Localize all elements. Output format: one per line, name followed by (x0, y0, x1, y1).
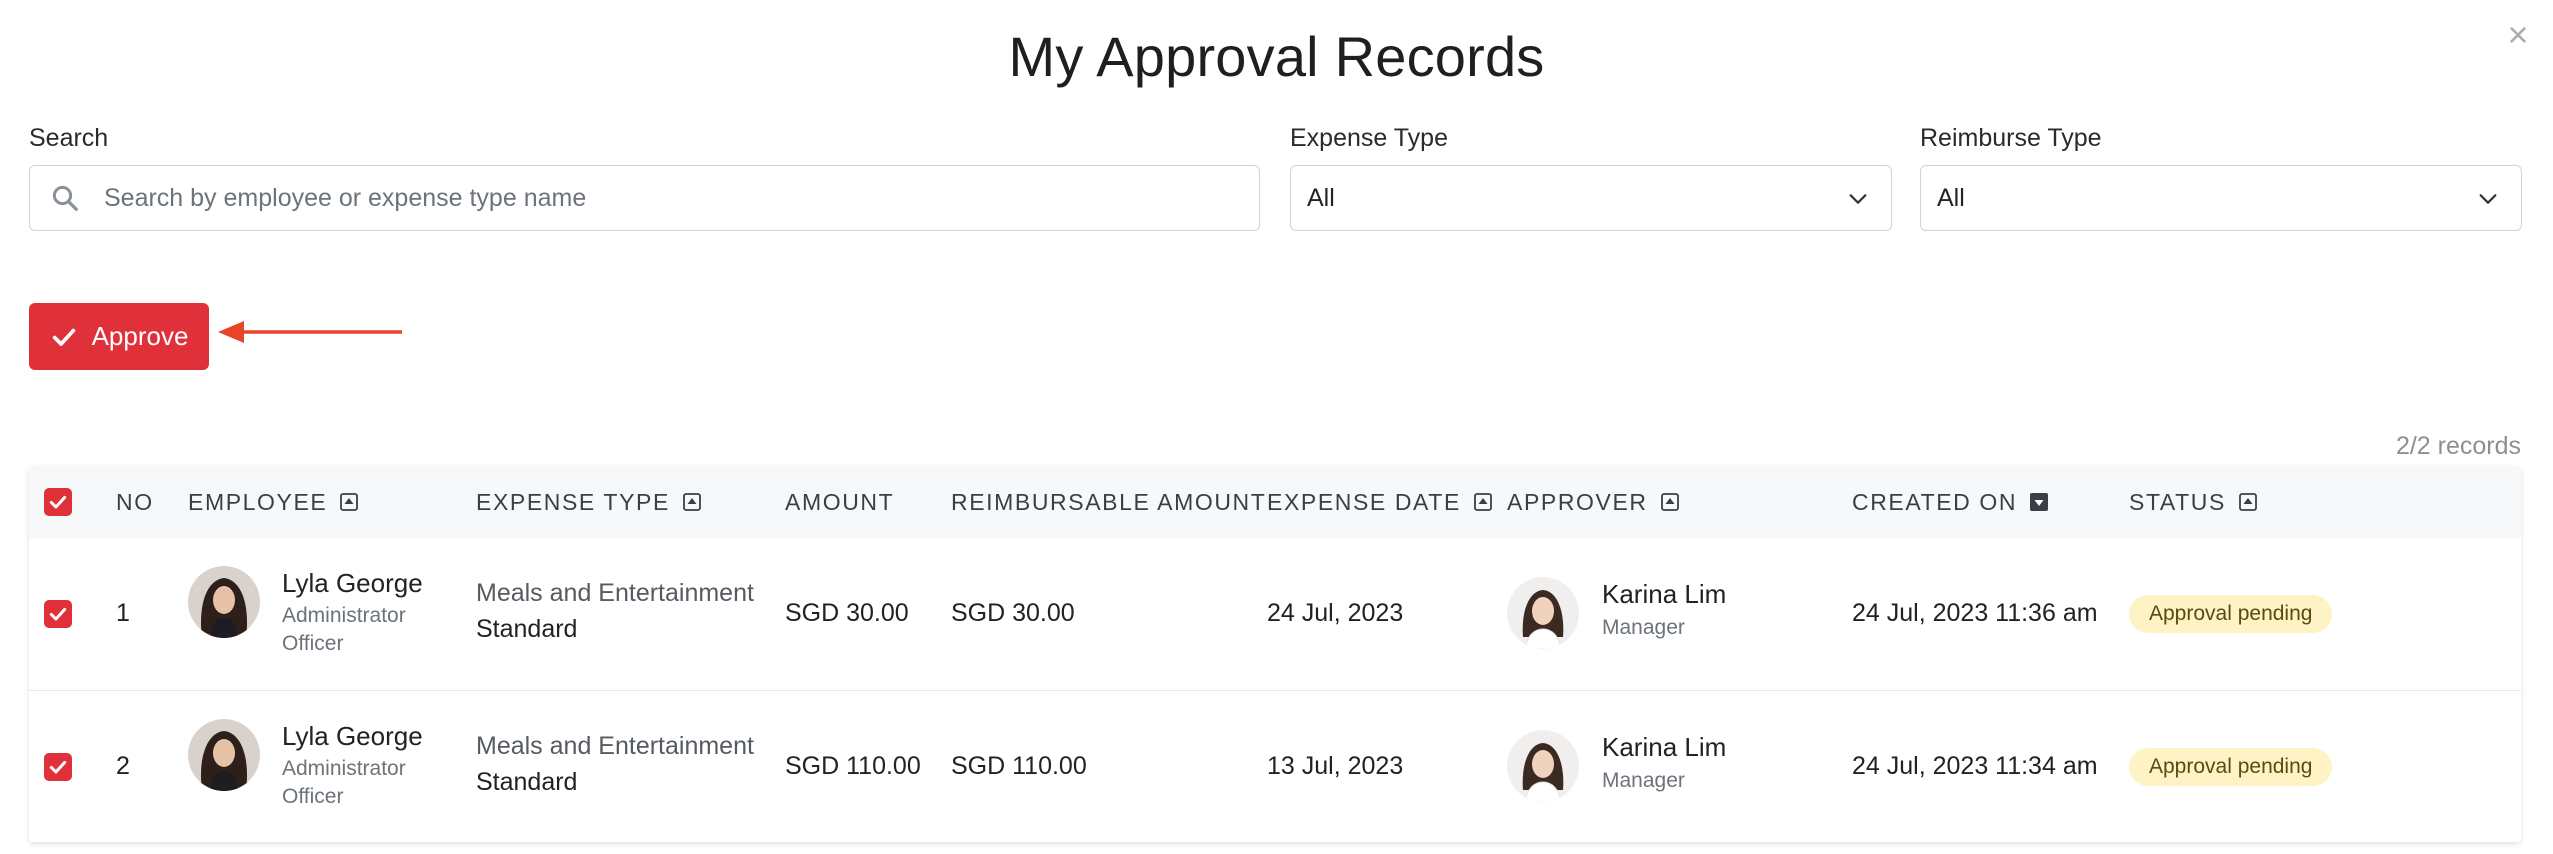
table-row[interactable]: 1 Lyla George Administrator Officer Meal… (29, 538, 2521, 691)
expense-subtype: Standard (476, 768, 578, 796)
reimburse-type-label: Reimburse Type (1920, 124, 2102, 152)
approver-avatar (1507, 730, 1579, 802)
status-badge: Approval pending (2129, 748, 2333, 786)
sort-icon[interactable] (1473, 492, 1493, 512)
avatar-photo-icon (1507, 577, 1579, 649)
sort-icon[interactable] (2238, 492, 2258, 512)
close-icon[interactable]: × (2501, 17, 2535, 53)
header-approver[interactable]: APPROVER (1507, 466, 1680, 538)
reimburse-type-value: All (1937, 184, 1965, 212)
header-created-on[interactable]: CREATED ON (1852, 466, 2049, 538)
search-input[interactable] (102, 166, 1246, 230)
chevron-down-icon (2479, 194, 2497, 204)
row-checkbox[interactable] (44, 753, 72, 781)
row-checkbox[interactable] (44, 600, 72, 628)
employee-role: Administrator (282, 757, 406, 780)
reimbursable-amount: SGD 110.00 (951, 752, 1087, 780)
header-expense-date[interactable]: EXPENSE DATE (1267, 466, 1493, 538)
row-number: 2 (116, 752, 130, 780)
amount: SGD 30.00 (785, 599, 909, 627)
amount: SGD 110.00 (785, 752, 921, 780)
expense-type-value: All (1307, 184, 1335, 212)
approver-name: Karina Lim (1602, 732, 1727, 762)
header-amount: AMOUNT (785, 488, 895, 515)
employee-role: Administrator (282, 604, 406, 627)
search-label: Search (29, 124, 109, 152)
reimbursable-amount: SGD 30.00 (951, 599, 1075, 627)
header-reimbursable-amount: REIMBURSABLE AMOUNT (951, 488, 1267, 515)
check-icon (49, 607, 67, 621)
expense-type: Meals and Entertainment (476, 732, 754, 760)
approver-role: Manager (1602, 769, 1685, 792)
status-badge: Approval pending (2129, 595, 2333, 633)
header-no: NO (116, 488, 154, 515)
table-row[interactable]: 2 Lyla George Administrator Officer Meal… (29, 691, 2521, 842)
avatar-photo-icon (188, 719, 260, 791)
expense-date: 24 Jul, 2023 (1267, 599, 1404, 627)
search-field[interactable] (29, 165, 1260, 231)
chevron-down-icon (1849, 194, 1867, 204)
header-employee[interactable]: EMPLOYEE (188, 466, 359, 538)
row-number: 1 (116, 599, 130, 627)
avatar-photo-icon (188, 566, 260, 638)
approver-name: Karina Lim (1602, 579, 1727, 609)
sort-icon[interactable] (682, 492, 702, 512)
created-on: 24 Jul, 2023 11:36 am (1852, 599, 2098, 627)
check-icon (49, 495, 67, 509)
expense-date: 13 Jul, 2023 (1267, 752, 1404, 780)
employee-avatar (188, 719, 260, 791)
expense-type-select[interactable]: All (1290, 165, 1892, 231)
check-icon (52, 328, 75, 346)
employee-name: Lyla George (282, 721, 423, 751)
employee-avatar (188, 566, 260, 638)
reimburse-type-select[interactable]: All (1920, 165, 2522, 231)
employee-name: Lyla George (282, 568, 423, 598)
approver-avatar (1507, 577, 1579, 649)
select-all-checkbox[interactable] (44, 488, 72, 516)
avatar-photo-icon (1507, 730, 1579, 802)
approval-records-table: NO EMPLOYEE EXPENSE TYPE AMOUNT REIMBURS… (29, 466, 2521, 842)
approve-button[interactable]: Approve (29, 303, 209, 370)
created-on: 24 Jul, 2023 11:34 am (1852, 752, 2098, 780)
sort-icon[interactable] (339, 492, 359, 512)
expense-subtype: Standard (476, 615, 578, 643)
sort-icon[interactable] (1660, 492, 1680, 512)
expense-type: Meals and Entertainment (476, 579, 754, 607)
search-icon (52, 185, 78, 211)
table-header: NO EMPLOYEE EXPENSE TYPE AMOUNT REIMBURS… (29, 466, 2521, 539)
employee-role: Officer (282, 785, 344, 808)
arrow-annotation-icon (218, 321, 402, 343)
expense-type-label: Expense Type (1290, 124, 1448, 152)
approver-role: Manager (1602, 616, 1685, 639)
records-count: 2/2 records (2395, 432, 2521, 460)
employee-role: Officer (282, 632, 344, 655)
page-title: My Approval Records (1008, 25, 1545, 88)
header-status[interactable]: STATUS (2129, 466, 2258, 538)
approve-label: Approve (91, 321, 189, 351)
header-expense-type[interactable]: EXPENSE TYPE (476, 466, 702, 538)
sort-desc-icon[interactable] (2029, 492, 2049, 512)
check-icon (49, 760, 67, 774)
